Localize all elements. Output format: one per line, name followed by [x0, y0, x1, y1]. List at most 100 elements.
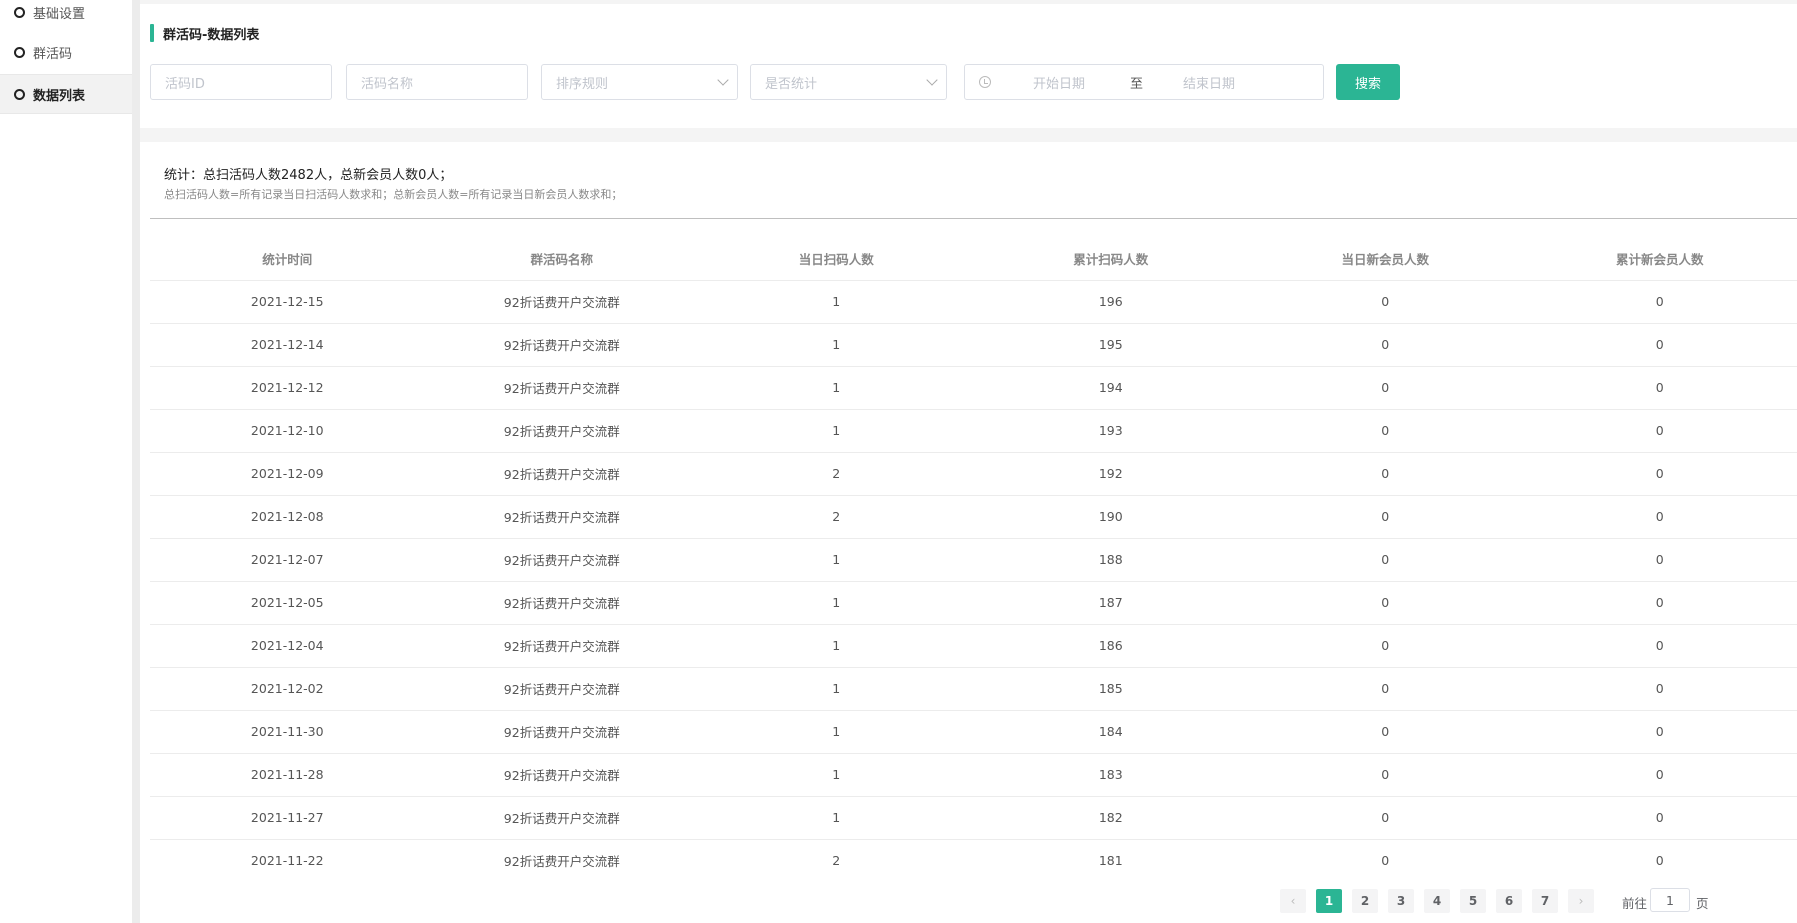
cell-daily-new-members: 0: [1248, 624, 1523, 668]
cell-daily-new-members: 0: [1248, 667, 1523, 711]
cell-total-scans: 195: [973, 323, 1248, 367]
page-button-1[interactable]: 1: [1316, 889, 1342, 913]
cell-daily-scans: 1: [699, 280, 974, 324]
search-button[interactable]: 搜索: [1336, 64, 1400, 100]
cell-stat-time: 2021-11-28: [150, 753, 425, 797]
goto-page-input[interactable]: [1650, 888, 1690, 912]
cell-total-new-members: 0: [1522, 366, 1797, 410]
cell-daily-new-members: 0: [1248, 796, 1523, 840]
page-button-6[interactable]: 6: [1496, 889, 1522, 913]
end-date-placeholder[interactable]: 结束日期: [1183, 73, 1235, 92]
cell-daily-new-members: 0: [1248, 323, 1523, 367]
prev-page-button[interactable]: ‹: [1280, 889, 1306, 913]
sidebar-item-data-list[interactable]: 数据列表: [0, 74, 132, 114]
sort-rule-placeholder: 排序规则: [556, 76, 609, 92]
chevron-down-icon: [717, 74, 729, 86]
cell-daily-new-members: 0: [1248, 495, 1523, 539]
cell-daily-scans: 1: [699, 323, 974, 367]
sidebar-divider: [132, 0, 140, 923]
table-row: 2021-12-14 92折话费开户交流群 1 195 0 0: [150, 323, 1797, 367]
cell-total-scans: 183: [973, 753, 1248, 797]
goto-suffix: 页: [1696, 896, 1709, 911]
divider: [150, 218, 1797, 219]
table-row: 2021-12-04 92折话费开户交流群 1 186 0 0: [150, 624, 1797, 668]
title-accent-bar: [150, 24, 154, 42]
table-row: 2021-12-02 92折话费开户交流群 1 185 0 0: [150, 667, 1797, 711]
stats-summary: 统计：总扫活码人数2482人，总新会员人数0人；: [164, 168, 453, 183]
cell-total-scans: 184: [973, 710, 1248, 754]
statistics-placeholder: 是否统计: [765, 76, 818, 92]
cell-code-name: 92折话费开户交流群: [424, 538, 699, 582]
sort-rule-select[interactable]: 排序规则: [541, 64, 738, 100]
cell-total-new-members: 0: [1522, 624, 1797, 668]
page-button-2[interactable]: 2: [1352, 889, 1378, 913]
cell-code-name: 92折话费开户交流群: [424, 753, 699, 797]
cell-daily-scans: 2: [699, 452, 974, 496]
table-row: 2021-12-09 92折话费开户交流群 2 192 0 0: [150, 452, 1797, 496]
cell-stat-time: 2021-12-15: [150, 280, 425, 324]
cell-daily-scans: 1: [699, 366, 974, 410]
cell-stat-time: 2021-12-07: [150, 538, 425, 582]
goto-prefix: 前往: [1622, 896, 1648, 911]
cell-stat-time: 2021-12-10: [150, 409, 425, 453]
code-id-placeholder: 活码ID: [165, 76, 205, 92]
cell-daily-scans: 1: [699, 581, 974, 625]
cell-stat-time: 2021-11-30: [150, 710, 425, 754]
table-body: 2021-12-15 92折话费开户交流群 1 196 0 0 2021-12-14 92折话…: [150, 280, 1797, 883]
sidebar-item-group-live-code[interactable]: 群活码: [0, 32, 132, 72]
table-row: 2021-12-07 92折话费开户交流群 1 188 0 0: [150, 538, 1797, 582]
sidebar-item-label: 数据列表: [33, 88, 86, 104]
cell-total-scans: 196: [973, 280, 1248, 324]
column-header-total-scans[interactable]: 累计扫码人数: [973, 238, 1248, 281]
cell-total-scans: 187: [973, 581, 1248, 625]
column-header-stat-time[interactable]: 统计时间: [150, 238, 425, 281]
cell-code-name: 92折话费开户交流群: [424, 366, 699, 410]
cell-total-scans: 182: [973, 796, 1248, 840]
code-id-input[interactable]: 活码ID: [150, 64, 332, 100]
next-page-button[interactable]: ›: [1568, 889, 1594, 913]
page-title: 群活码-数据列表: [150, 22, 259, 44]
cell-total-scans: 194: [973, 366, 1248, 410]
page-title-text: 群活码-数据列表: [163, 27, 260, 43]
cell-total-scans: 186: [973, 624, 1248, 668]
cell-daily-scans: 1: [699, 409, 974, 453]
column-header-daily-new-members[interactable]: 当日新会员人数: [1248, 238, 1523, 281]
cell-total-scans: 190: [973, 495, 1248, 539]
cell-daily-new-members: 0: [1248, 753, 1523, 797]
main-content: 群活码-数据列表 活码ID 活码名称 排序规则 是否统计 开始日期 至 结束日期…: [140, 0, 1797, 923]
statistics-select[interactable]: 是否统计: [750, 64, 947, 100]
cell-total-scans: 192: [973, 452, 1248, 496]
cell-daily-scans: 1: [699, 710, 974, 754]
page-button-4[interactable]: 4: [1424, 889, 1450, 913]
cell-total-new-members: 0: [1522, 667, 1797, 711]
start-date-placeholder[interactable]: 开始日期: [1033, 73, 1085, 92]
cell-daily-new-members: 0: [1248, 452, 1523, 496]
circle-icon: [14, 88, 25, 100]
cell-stat-time: 2021-12-08: [150, 495, 425, 539]
code-name-placeholder: 活码名称: [361, 76, 414, 92]
data-panel: 统计：总扫活码人数2482人，总新会员人数0人； 总扫活码人数=所有记录当日扫活…: [140, 142, 1797, 923]
column-header-total-new-members[interactable]: 累计新会员人数: [1522, 238, 1797, 281]
cell-code-name: 92折话费开户交流群: [424, 409, 699, 453]
page-button-5[interactable]: 5: [1460, 889, 1486, 913]
table-row: 2021-12-15 92折话费开户交流群 1 196 0 0: [150, 280, 1797, 324]
date-range-picker[interactable]: 开始日期 至 结束日期: [964, 64, 1324, 100]
table-row: 2021-11-27 92折话费开户交流群 1 182 0 0: [150, 796, 1797, 840]
cell-stat-time: 2021-12-04: [150, 624, 425, 668]
page-button-7[interactable]: 7: [1532, 889, 1558, 913]
cell-daily-new-members: 0: [1248, 409, 1523, 453]
cell-daily-scans: 1: [699, 753, 974, 797]
cell-daily-scans: 1: [699, 538, 974, 582]
column-header-code-name[interactable]: 群活码名称: [424, 238, 699, 281]
code-name-input[interactable]: 活码名称: [346, 64, 528, 100]
cell-code-name: 92折话费开户交流群: [424, 581, 699, 625]
table-row: 2021-11-28 92折话费开户交流群 1 183 0 0: [150, 753, 1797, 797]
cell-daily-scans: 1: [699, 667, 974, 711]
cell-total-new-members: 0: [1522, 753, 1797, 797]
sidebar-item-basic-settings[interactable]: 基础设置: [0, 0, 132, 32]
cell-daily-scans: 2: [699, 495, 974, 539]
page-button-3[interactable]: 3: [1388, 889, 1414, 913]
column-header-daily-scans[interactable]: 当日扫码人数: [699, 238, 974, 281]
table-row: 2021-12-12 92折话费开户交流群 1 194 0 0: [150, 366, 1797, 410]
cell-code-name: 92折话费开户交流群: [424, 452, 699, 496]
